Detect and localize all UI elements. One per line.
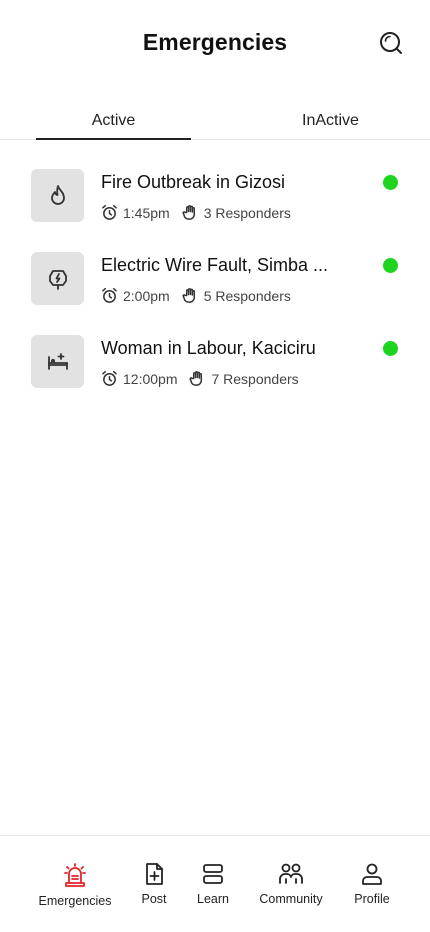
electric-plug-icon (48, 269, 67, 290)
emergency-title: Fire Outbreak in Gizosi (101, 172, 286, 192)
emergency-title: Electric Wire Fault, Simba ... (101, 255, 329, 275)
emergency-thumbnail (31, 252, 84, 305)
status-indicator (383, 175, 398, 190)
emergency-time: 1:45pm (123, 204, 170, 221)
nav-label: Post (141, 892, 167, 906)
emergency-item[interactable]: Electric Wire Fault, Simba ... 2:00pm 5 … (0, 251, 430, 307)
emergency-meta: 12:00pm 7 Responders (101, 370, 299, 387)
tab-inactive[interactable]: InActive (253, 112, 408, 140)
emergency-thumbnail (31, 335, 84, 388)
alarm-clock-icon (102, 204, 117, 220)
status-indicator (383, 341, 398, 356)
user-icon (362, 863, 382, 885)
emergency-responders: 3 Responders (203, 204, 291, 221)
hospital-bed-icon (47, 352, 68, 370)
emergency-responders: 5 Responders (203, 287, 291, 304)
siren-icon (64, 863, 86, 887)
stack-icon (203, 864, 223, 884)
search-icon (380, 32, 402, 54)
raised-hand-icon (189, 371, 203, 386)
emergency-responders: 7 Responders (211, 370, 299, 387)
emergency-item[interactable]: Woman in Labour, Kaciciru 12:00pm 7 Resp… (0, 334, 430, 390)
page-title: Emergencies (142, 29, 288, 55)
app-header: Emergencies (0, 0, 430, 90)
nav-label: Learn (197, 892, 229, 906)
nav-item-profile[interactable]: Profile (350, 862, 394, 906)
nav-item-post[interactable]: Post (134, 862, 174, 906)
file-plus-icon (146, 863, 163, 885)
status-indicator (383, 258, 398, 273)
nav-label: Emergencies (38, 894, 112, 908)
nav-item-community[interactable]: Community (256, 862, 326, 906)
emergency-meta: 1:45pm 3 Responders (101, 204, 291, 221)
nav-label: Profile (354, 892, 390, 906)
emergency-item[interactable]: Fire Outbreak in Gizosi 1:45pm 3 Respond… (0, 168, 430, 224)
emergency-time: 2:00pm (123, 287, 170, 304)
alarm-clock-icon (102, 370, 117, 386)
emergency-thumbnail (31, 169, 84, 222)
nav-item-emergencies[interactable]: Emergencies (38, 862, 112, 908)
status-tabs: Active InActive (0, 104, 430, 140)
tab-active[interactable]: Active (36, 112, 191, 140)
emergency-time: 12:00pm (123, 370, 178, 387)
raised-hand-icon (182, 288, 195, 303)
raised-hand-icon (182, 205, 195, 220)
emergency-meta: 2:00pm 5 Responders (101, 287, 291, 304)
bottom-navigation: Emergencies Post Learn Community Profile (0, 835, 430, 932)
emergency-title: Woman in Labour, Kaciciru (101, 338, 316, 358)
nav-item-learn[interactable]: Learn (191, 862, 235, 906)
fire-icon (50, 184, 65, 205)
nav-label: Community (259, 892, 323, 906)
group-icon (279, 863, 303, 884)
search-button[interactable] (378, 30, 404, 56)
alarm-clock-icon (102, 287, 117, 303)
